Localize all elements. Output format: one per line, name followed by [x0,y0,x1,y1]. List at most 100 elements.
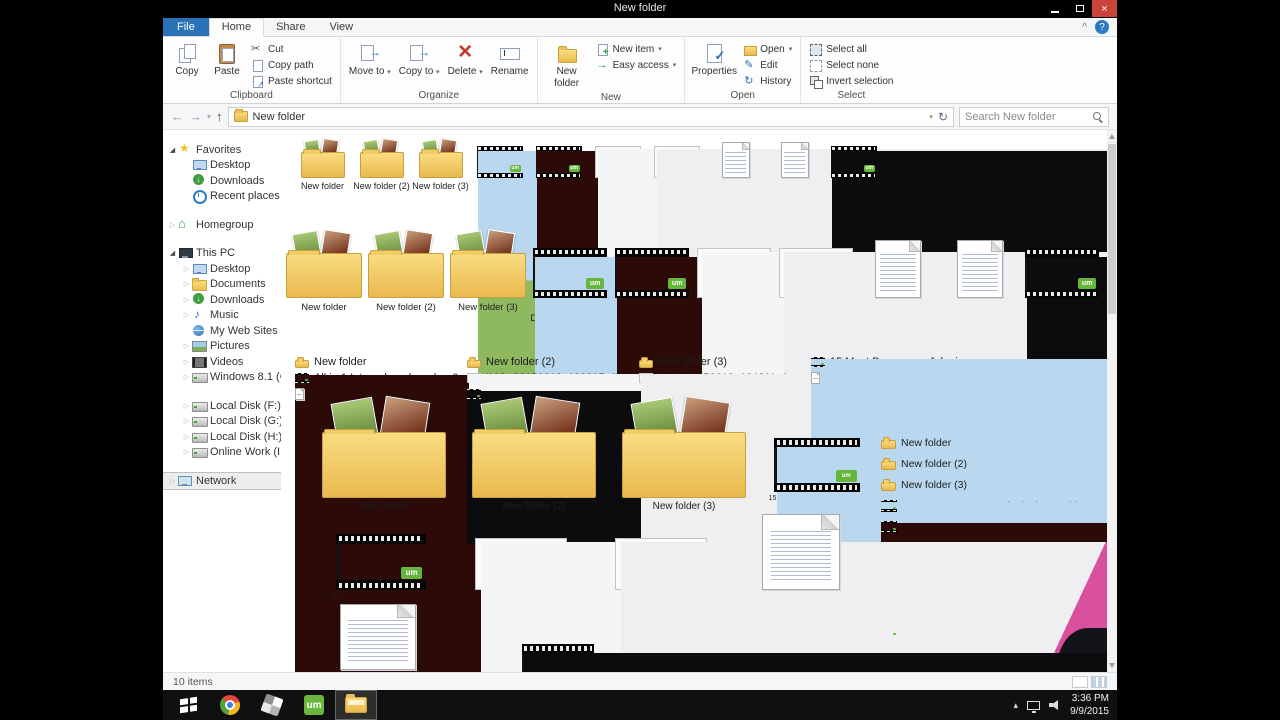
expand-icon[interactable]: ▷ [167,221,178,229]
file-item[interactable]: New folder (2) [365,234,447,313]
scrollbar-thumb[interactable] [1108,144,1116,314]
expand-icon[interactable]: ▷ [181,402,192,410]
address-dropdown-icon[interactable]: ▾ [929,113,933,121]
paste-button[interactable]: Paste [208,40,246,80]
expand-icon[interactable]: ▷ [181,373,192,381]
file-item[interactable]: New folder [283,234,365,313]
address-input[interactable]: New folder ▾ ↻ [228,107,954,127]
tab-home[interactable]: Home [209,18,264,37]
taskbar-app-button[interactable] [251,690,293,720]
ribbon-collapse-icon[interactable]: ^ [1082,22,1087,33]
sidebar-item-videos[interactable]: ▷Videos [163,354,281,370]
file-item[interactable]: New folder (2) [459,402,609,513]
sidebar-item-music[interactable]: ▷Music [163,308,281,324]
rename-button[interactable]: Rename [488,40,532,80]
file-list-item[interactable]: New folder [881,432,1107,453]
new-item-button[interactable]: New item▾ [593,41,680,57]
expand-icon[interactable]: ▷ [181,358,192,366]
search-input[interactable]: Search New folder [959,107,1109,127]
taskbar-explorer-button[interactable] [335,690,377,720]
select-all-button[interactable]: Select all [806,41,896,57]
easy-access-button[interactable]: Easy access▾ [593,57,680,73]
tab-view[interactable]: View [317,19,365,36]
details-view-button[interactable] [1072,676,1088,688]
tab-share[interactable]: Share [264,19,317,36]
file-item[interactable]: New folder (3) [609,402,759,513]
file-item[interactable]: um15 Most Dangerous Jobs in the World [529,234,611,336]
select-none-button[interactable]: Select none [806,57,896,73]
file-list-item[interactable]: New folder [295,354,467,370]
thumbnail-view-button[interactable] [1091,676,1107,688]
file-list-item[interactable]: IMG_20150612_130815_1 [467,370,639,386]
scroll-up-icon[interactable] [1109,134,1115,139]
sidebar-item-downloads[interactable]: ▷Downloads [163,292,281,308]
expand-icon[interactable]: ▷ [181,311,192,319]
sidebar-item-homegroup[interactable]: ▷Homegroup [163,217,281,233]
paste-shortcut-button[interactable]: Paste shortcut [248,73,335,89]
file-item[interactable]: New folder (3) [447,234,529,313]
file-list-item[interactable]: New folder (2) [467,354,639,370]
sidebar-item-this-pc[interactable]: ◢This PC [163,246,281,262]
file-item[interactable]: umAll in 1 Internal card reader_0 [611,234,693,325]
minimize-button[interactable] [1042,0,1067,17]
tab-file[interactable]: File [163,18,209,36]
sidebar-item-favorites[interactable]: ◢Favorites [163,142,281,158]
file-item[interactable]: umUnboxing D-Link 24 Port Network Switch… [503,626,613,672]
refresh-button[interactable]: ↻ [938,110,948,124]
vertical-scrollbar[interactable] [1107,130,1117,672]
expand-icon[interactable]: ▷ [181,448,192,456]
file-item[interactable]: New folder (3) [411,138,470,192]
file-item[interactable]: New Text Document [323,600,433,672]
collapse-icon[interactable]: ◢ [167,249,178,257]
expand-icon[interactable]: ▷ [167,477,178,485]
file-item[interactable]: New folder [309,402,459,513]
file-item[interactable]: IMG_20150619_164811_1 [775,234,857,313]
expand-icon[interactable]: ▷ [181,342,192,350]
expand-icon[interactable]: ▷ [181,265,192,273]
titlebar[interactable]: New folder × [163,0,1117,18]
sidebar-item-local-disk-g[interactable]: ▷Local Disk (G:) [163,414,281,430]
start-button[interactable] [167,690,209,720]
copy-button[interactable]: Copy [168,40,206,80]
file-list-item[interactable]: New folder (2) [881,453,1107,474]
sidebar-item-windows-8-1-c[interactable]: ▷Windows 8.1 (C:) [163,370,281,386]
new-folder-button[interactable]: New folder [543,40,591,91]
taskbar-um-button[interactable]: um [293,690,335,720]
file-list-item[interactable]: IMG_20150619_164811_1 [639,370,811,386]
properties-button[interactable]: Properties [690,40,738,80]
tray-expand-icon[interactable]: ▴ [1014,700,1019,711]
volume-tray-icon[interactable] [1049,700,1061,710]
file-item[interactable]: umUnboxing D-Link 24 Port Network Switch… [1021,234,1103,348]
expand-icon[interactable]: ▷ [181,417,192,425]
file-item[interactable]: IMG_20150612_130815_1 [693,234,775,313]
sidebar-item-online-work-i[interactable]: ▷Online Work (I:) [163,445,281,461]
file-item[interactable]: New folder [293,138,352,192]
network-tray-icon[interactable] [1027,701,1040,710]
file-item[interactable]: umAll in 1 Internal card reader_0 [311,512,451,601]
sidebar-item-local-disk-h[interactable]: ▷Local Disk (H:) [163,429,281,445]
file-item[interactable]: um15 Most Dangerous Jobs in the World [759,434,875,512]
copy-path-button[interactable]: Copy path [248,57,335,73]
scroll-down-icon[interactable] [1109,663,1115,668]
sidebar-item-recent-places[interactable]: Recent places [163,189,281,205]
sidebar-item-local-disk-f[interactable]: ▷Local Disk (F:) [163,398,281,414]
taskbar-chrome-button[interactable] [209,690,251,720]
edit-button[interactable]: Edit [740,57,795,73]
clock[interactable]: 3:36 PM 9/9/2015 [1070,692,1109,719]
sidebar-item-pictures[interactable]: ▷Pictures [163,339,281,355]
file-list-item[interactable]: um15 Most Dangerous Jobs in the World [811,354,983,370]
expand-icon[interactable]: ▷ [181,280,192,288]
copy-to-button[interactable]: Copy to ▾ [396,40,443,80]
close-button[interactable]: × [1092,0,1117,17]
file-item[interactable]: um15 Most Dangerous Jobs in the World [470,138,529,224]
sidebar-item-desktop[interactable]: Desktop [163,158,281,174]
sidebar-item-network[interactable]: ▷Network [163,473,281,489]
back-button[interactable]: ← [171,110,184,123]
sidebar-item-my-web-sites-on-ms[interactable]: My Web Sites on MS [163,323,281,339]
recent-pages-icon[interactable]: ▾ [207,113,211,121]
help-icon[interactable]: ? [1095,20,1109,34]
file-item[interactable]: New folder (2) [352,138,411,192]
file-list-item[interactable]: um15 Most Dangerous Jobs in the World [881,495,1107,516]
move-to-button[interactable]: Move to ▾ [346,40,394,80]
invert-selection-button[interactable]: Invert selection [806,73,896,89]
